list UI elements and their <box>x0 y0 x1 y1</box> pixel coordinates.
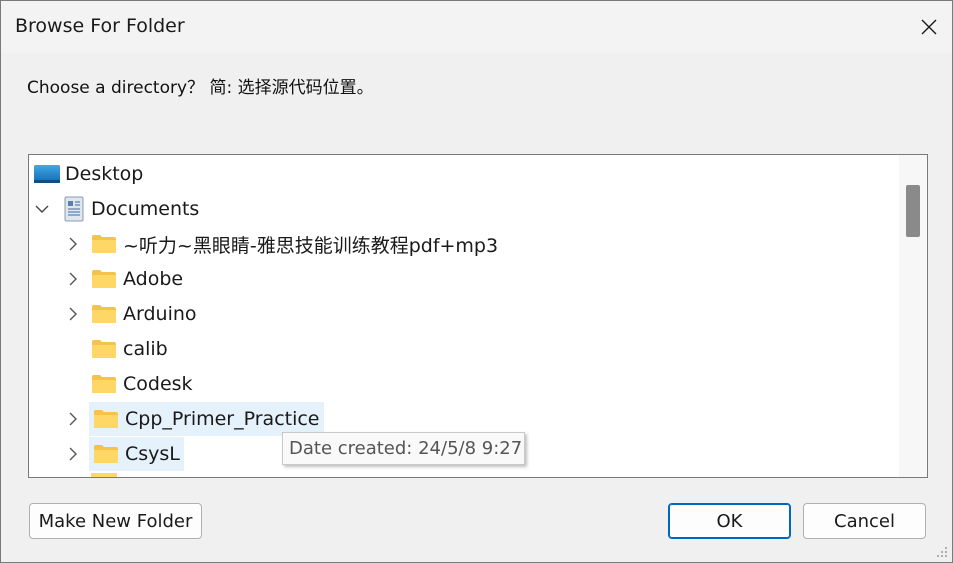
ok-button[interactable]: OK <box>668 503 791 539</box>
scrollbar-thumb[interactable] <box>906 185 920 237</box>
tree-item-desktop[interactable]: Desktop <box>29 157 147 191</box>
tree-item-folder[interactable]: calib <box>87 332 172 366</box>
expand-chevron[interactable] <box>65 446 81 462</box>
folder-icon <box>91 473 117 477</box>
expand-chevron[interactable] <box>65 236 81 252</box>
collapse-chevron[interactable] <box>34 201 50 217</box>
tree-item-folder[interactable]: Adobe <box>87 262 187 296</box>
chevron-right-icon <box>69 272 77 286</box>
tree-item-label: Desktop <box>65 163 144 185</box>
chevron-right-icon <box>69 412 77 426</box>
tree-item-label: Adobe <box>123 268 184 290</box>
folder-icon <box>92 270 116 288</box>
chevron-right-icon <box>69 237 77 251</box>
chevron-right-icon <box>69 447 77 461</box>
folder-icon <box>92 340 116 358</box>
expand-chevron[interactable] <box>65 411 81 427</box>
chevron-right-icon <box>69 307 77 321</box>
tree-item-label: ~听力~黑眼睛-雅思技能训练教程pdf+mp3 <box>123 234 499 257</box>
folder-icon <box>92 235 116 253</box>
folder-icon <box>92 375 116 393</box>
tree-item-label: Arduino <box>123 303 197 325</box>
chevron-down-icon <box>35 205 49 213</box>
folder-icon <box>94 410 118 428</box>
make-new-folder-button[interactable]: Make New Folder <box>29 503 202 539</box>
prompt-text: Choose a directory？ 简: 选择源代码位置。 <box>27 78 374 98</box>
folder-icon <box>92 305 116 323</box>
close-icon <box>921 19 937 35</box>
expand-chevron[interactable] <box>65 271 81 287</box>
title-bar: Browse For Folder <box>1 1 952 53</box>
tree-item-label: Cpp_Primer_Practice <box>125 408 320 430</box>
folder-icon <box>94 445 118 463</box>
folder-tree[interactable]: Desktop Documents ~听力~黑眼睛-雅思技能训练教程pdf+mp… <box>28 154 928 478</box>
desktop-icon <box>34 165 60 183</box>
tree-item-folder[interactable]: ~听力~黑眼睛-雅思技能训练教程pdf+mp3 <box>87 227 502 261</box>
tree-item-label: Documents <box>91 198 200 220</box>
tree-item-folder-selected[interactable]: CsysL <box>89 437 184 471</box>
expand-chevron[interactable] <box>65 306 81 322</box>
tree-item-label: calib <box>123 338 168 360</box>
tree-item-folder[interactable]: Codesk <box>87 367 197 401</box>
tree-item-folder-hover[interactable]: Cpp_Primer_Practice <box>89 402 324 436</box>
vertical-scrollbar[interactable] <box>899 155 927 477</box>
window-title: Browse For Folder <box>15 15 185 37</box>
tree-item-label: Codesk <box>123 373 193 395</box>
close-button[interactable] <box>906 1 952 53</box>
cancel-button[interactable]: Cancel <box>803 503 926 539</box>
resize-grip-icon[interactable] <box>936 546 948 558</box>
documents-icon <box>64 196 84 222</box>
tree-item-documents[interactable]: Documents <box>59 192 203 226</box>
tree-item-folder[interactable]: Arduino <box>87 297 201 331</box>
browse-for-folder-dialog: Browse For Folder Choose a directory？ 简:… <box>0 0 953 563</box>
tooltip: Date created: 24/5/8 9:27 <box>282 432 525 465</box>
tree-item-label: CsysL <box>125 443 180 465</box>
